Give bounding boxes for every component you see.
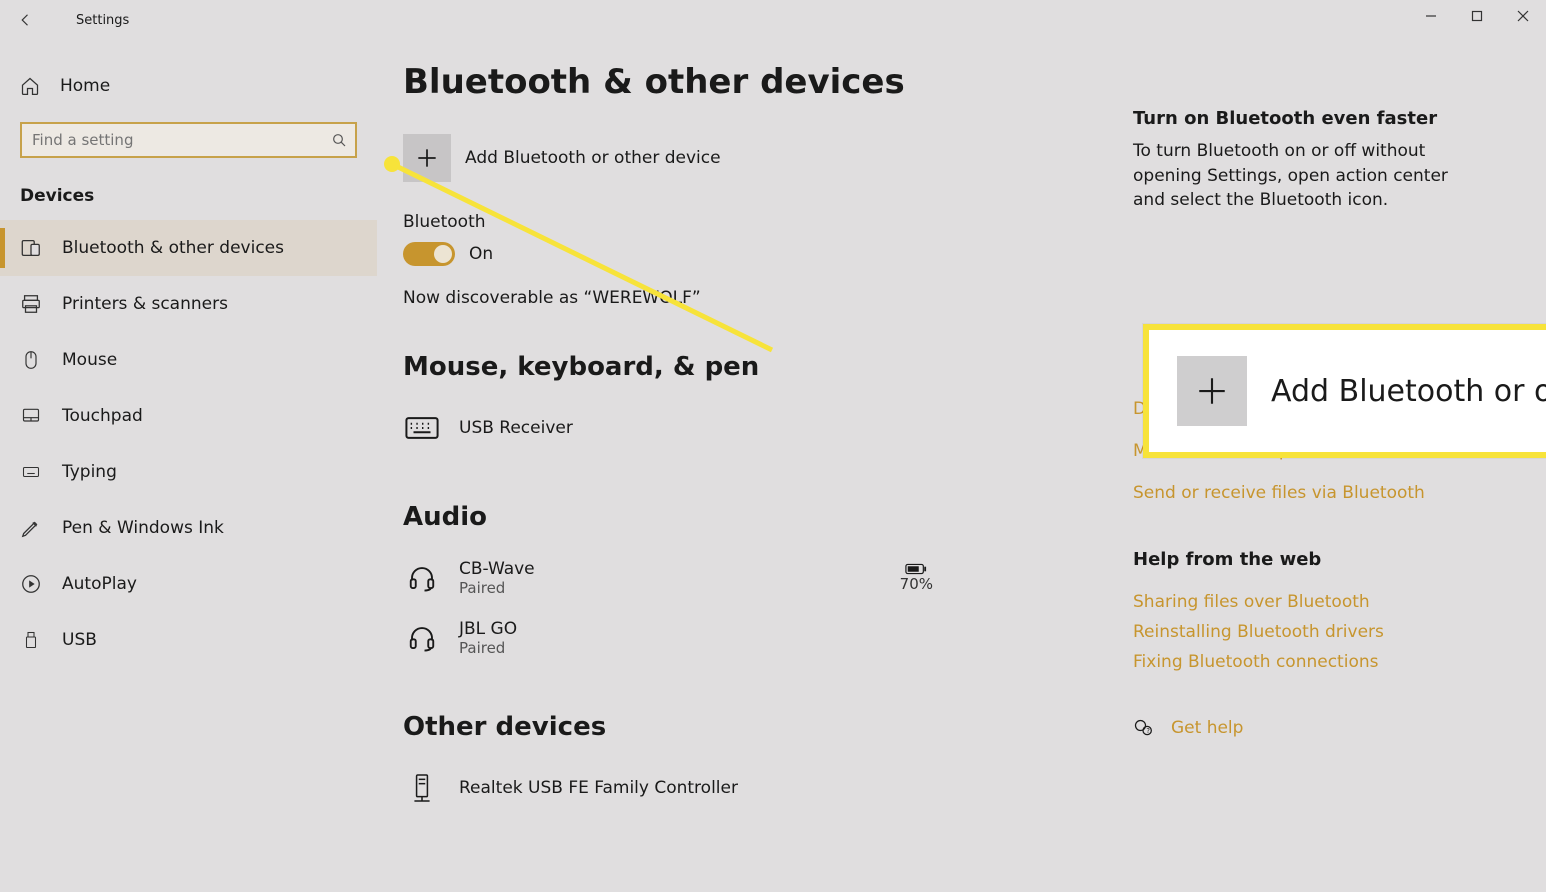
discoverable-text: Now discoverable as “WEREWOLF”	[403, 288, 1133, 308]
back-button[interactable]	[0, 0, 52, 40]
get-help-icon: ?	[1133, 718, 1153, 738]
headset-icon	[403, 563, 441, 593]
device-name: JBL GO	[459, 619, 517, 639]
sidebar-item-label: Bluetooth & other devices	[62, 238, 284, 258]
close-icon	[1517, 10, 1529, 22]
device-name: CB-Wave	[459, 559, 535, 579]
bluetooth-toggle[interactable]	[403, 242, 455, 266]
group-other-title: Other devices	[403, 712, 1133, 742]
group-audio-title: Audio	[403, 502, 1133, 532]
sidebar-section-title: Devices	[0, 176, 377, 220]
sidebar-item-pen[interactable]: Pen & Windows Ink	[0, 500, 377, 556]
plus-icon	[403, 134, 451, 182]
sidebar-item-label: Typing	[62, 462, 117, 482]
devices-icon	[20, 237, 42, 259]
get-help-link[interactable]: Get help	[1171, 718, 1243, 738]
printer-icon	[20, 293, 42, 315]
touchpad-icon	[20, 405, 42, 427]
sidebar-item-label: AutoPlay	[62, 574, 137, 594]
annotation-text: Add Bluetooth or other device	[1271, 374, 1546, 409]
plus-icon	[1177, 356, 1247, 426]
maximize-button[interactable]	[1454, 0, 1500, 32]
home-label: Home	[60, 76, 110, 96]
sidebar-item-printers[interactable]: Printers & scanners	[0, 276, 377, 332]
maximize-icon	[1471, 10, 1483, 22]
home-nav[interactable]: Home	[0, 60, 377, 112]
bluetooth-label: Bluetooth	[403, 212, 1133, 232]
help-link-reinstall-drivers[interactable]: Reinstalling Bluetooth drivers	[1133, 622, 1483, 642]
close-button[interactable]	[1500, 0, 1546, 32]
sidebar-item-label: USB	[62, 630, 97, 650]
minimize-icon	[1425, 10, 1437, 22]
usb-icon	[20, 629, 42, 651]
sidebar-item-autoplay[interactable]: AutoPlay	[0, 556, 377, 612]
page-title: Bluetooth & other devices	[403, 62, 1133, 102]
device-status: Paired	[459, 579, 535, 597]
link-send-receive-files[interactable]: Send or receive files via Bluetooth	[1133, 483, 1483, 503]
help-link-fixing-connections[interactable]: Fixing Bluetooth connections	[1133, 652, 1483, 672]
bluetooth-state: On	[469, 244, 493, 264]
sidebar-item-label: Touchpad	[62, 406, 143, 426]
sidebar-item-bluetooth[interactable]: Bluetooth & other devices	[0, 220, 377, 276]
help-title: Help from the web	[1133, 549, 1483, 570]
group-mouse-title: Mouse, keyboard, & pen	[403, 352, 1133, 382]
generic-device-icon	[403, 772, 441, 804]
tip-body: To turn Bluetooth on or off without open…	[1133, 139, 1483, 213]
tip-title: Turn on Bluetooth even faster	[1133, 108, 1483, 129]
search-input[interactable]	[20, 122, 357, 158]
device-realtek[interactable]: Realtek USB FE Family Controller	[403, 758, 1133, 818]
annotation-callout: Add Bluetooth or other device	[1143, 324, 1546, 458]
keyboard-icon	[20, 461, 42, 483]
sidebar-item-touchpad[interactable]: Touchpad	[0, 388, 377, 444]
sidebar-item-label: Printers & scanners	[62, 294, 228, 314]
help-link-sharing[interactable]: Sharing files over Bluetooth	[1133, 592, 1483, 612]
add-device-label: Add Bluetooth or other device	[465, 148, 721, 168]
keyboard-icon	[403, 416, 441, 440]
battery-indicator: 70%	[900, 563, 933, 593]
minimize-button[interactable]	[1408, 0, 1454, 32]
window-title: Settings	[76, 13, 129, 28]
battery-icon	[905, 563, 927, 575]
sidebar-item-usb[interactable]: USB	[0, 612, 377, 668]
device-status: Paired	[459, 639, 517, 657]
battery-percent: 70%	[900, 575, 933, 593]
device-jbl-go[interactable]: JBL GO Paired	[403, 608, 1133, 668]
device-cb-wave[interactable]: CB-Wave Paired 70%	[403, 548, 1133, 608]
pen-icon	[20, 517, 42, 539]
sidebar-item-label: Pen & Windows Ink	[62, 518, 224, 538]
device-name: Realtek USB FE Family Controller	[459, 778, 738, 798]
mouse-icon	[20, 349, 42, 371]
sidebar-item-label: Mouse	[62, 350, 117, 370]
sidebar-item-mouse[interactable]: Mouse	[0, 332, 377, 388]
home-icon	[20, 76, 40, 96]
sidebar-item-typing[interactable]: Typing	[0, 444, 377, 500]
headset-icon	[403, 623, 441, 653]
svg-text:?: ?	[1146, 727, 1150, 735]
device-usb-receiver[interactable]: USB Receiver	[403, 398, 1133, 458]
arrow-left-icon	[17, 11, 35, 29]
add-device-button[interactable]: Add Bluetooth or other device	[403, 134, 1133, 182]
device-name: USB Receiver	[459, 418, 573, 438]
autoplay-icon	[20, 573, 42, 595]
